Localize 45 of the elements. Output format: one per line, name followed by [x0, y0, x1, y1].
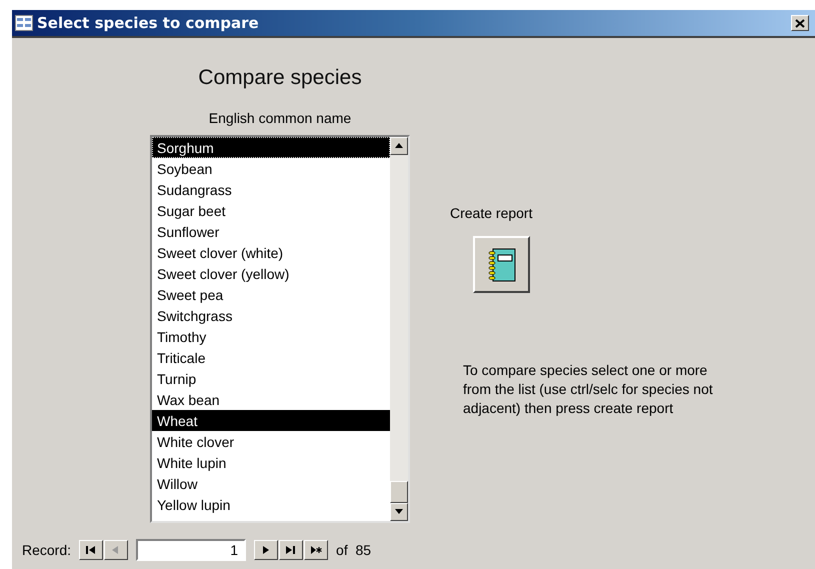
list-item[interactable]: Timothy: [152, 326, 390, 346]
up-arrow-icon: [395, 143, 403, 148]
down-arrow-icon: [395, 509, 403, 514]
list-item[interactable]: Sorghum: [152, 136, 390, 158]
list-item[interactable]: Sweet clover (yellow): [152, 262, 390, 284]
list-item[interactable]: Sweet pea: [152, 284, 390, 304]
first-record-icon: [85, 545, 98, 555]
new-record-button[interactable]: [304, 540, 328, 560]
scroll-up-button[interactable]: [390, 136, 408, 154]
create-report-button[interactable]: [473, 236, 530, 293]
record-label: Record:: [22, 540, 72, 560]
species-listbox[interactable]: Sorghum Soybean Sudangrass Sugar beet Sunflower Sweet clover (white) Sweet clover (yellow) Sweet pea Switchgrass Timothy Triticale Turnip Wax bean Wheat White clover White lupin Willow Yellow lupin: [150, 134, 410, 522]
list-item[interactable]: Sweet clover (white): [152, 242, 390, 262]
first-record-button[interactable]: [79, 540, 104, 560]
instructions-text: To compare species select one or more from the list (use ctrl/selc for species not adjacent) then press create report: [463, 361, 713, 418]
notebook-icon: [486, 246, 516, 282]
list-item[interactable]: Yellow lupin: [152, 494, 390, 514]
last-record-icon: [285, 545, 298, 555]
list-item[interactable]: Switchgrass: [152, 304, 390, 326]
close-icon: [795, 18, 805, 28]
last-record-button[interactable]: [279, 540, 304, 560]
list-item[interactable]: Sunflower: [152, 220, 390, 242]
form-icon: [15, 15, 33, 31]
list-item[interactable]: Wheat: [152, 410, 390, 430]
list-item[interactable]: Sudangrass: [152, 178, 390, 200]
window-title: Select species to compare: [37, 12, 259, 34]
record-count: of 85: [336, 540, 372, 560]
list-item[interactable]: White lupin: [152, 452, 390, 472]
list-item[interactable]: Triticale: [152, 346, 390, 368]
list-item[interactable]: Wax bean: [152, 388, 390, 410]
next-record-button[interactable]: [254, 540, 278, 560]
list-item[interactable]: Turnip: [152, 368, 390, 388]
list-item[interactable]: White clover: [152, 430, 390, 452]
scroll-thumb[interactable]: [390, 480, 408, 502]
list-label: English common name: [208, 108, 352, 128]
create-report-label: Create report: [450, 204, 534, 223]
form-heading: Compare species: [198, 65, 362, 91]
scroll-down-button[interactable]: [390, 502, 408, 520]
list-item[interactable]: Soybean: [152, 158, 390, 178]
new-record-icon: [310, 545, 322, 555]
scrollbar[interactable]: [390, 136, 408, 520]
list-item[interactable]: Sugar beet: [152, 200, 390, 220]
record-number-field[interactable]: 1: [136, 539, 246, 561]
close-button[interactable]: [791, 15, 809, 31]
list-item[interactable]: Willow: [152, 472, 390, 494]
